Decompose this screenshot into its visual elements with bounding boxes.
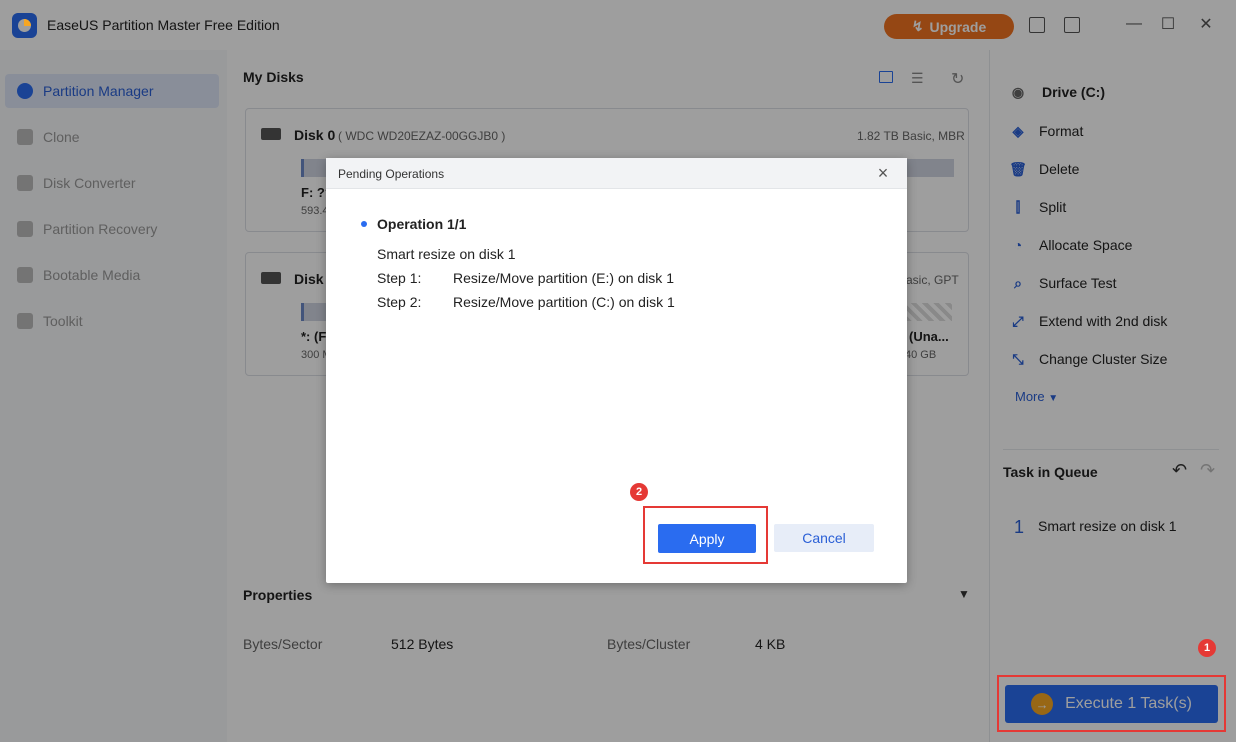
step-badge-1: 1 [1198, 639, 1216, 657]
pending-operations-dialog: Pending Operations × Operation 1/1 Smart… [326, 158, 907, 583]
step-text: Resize/Move partition (E:) on disk 1 [453, 270, 674, 286]
close-icon[interactable]: × [874, 163, 892, 183]
dialog-title: Pending Operations [338, 167, 445, 181]
cancel-button[interactable]: Cancel [774, 524, 874, 552]
bullet-icon [361, 221, 367, 227]
step-text: Resize/Move partition (C:) on disk 1 [453, 294, 675, 310]
highlight-execute [997, 675, 1226, 732]
operation-title: Operation 1/1 [377, 216, 467, 232]
operation-summary: Smart resize on disk 1 [377, 246, 516, 262]
step-label: Step 1: [377, 270, 422, 286]
step-badge-2: 2 [630, 483, 648, 501]
dialog-header: Pending Operations × [326, 158, 907, 189]
step-label: Step 2: [377, 294, 422, 310]
apply-button[interactable]: Apply [658, 524, 756, 553]
